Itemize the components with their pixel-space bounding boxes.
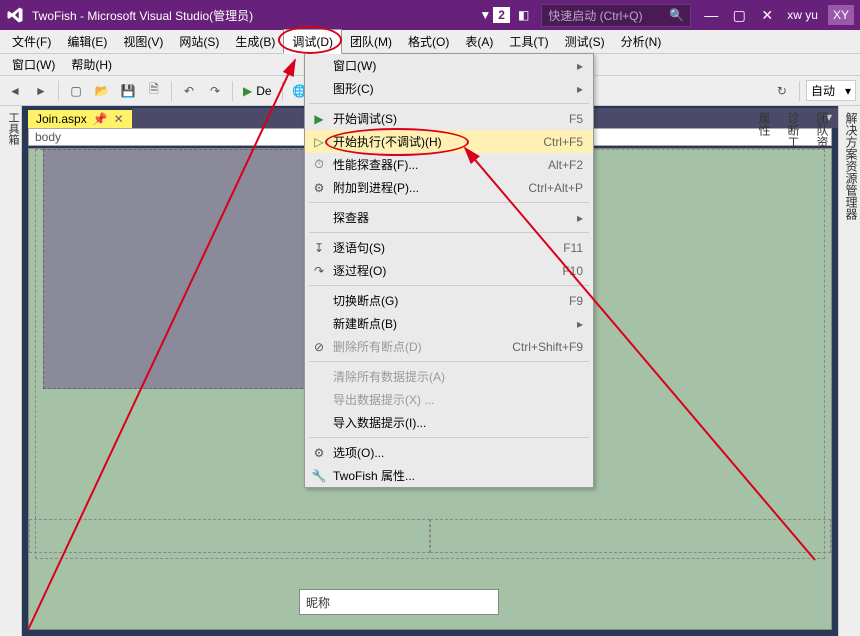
close-tab-icon[interactable]: ✕ xyxy=(114,112,124,126)
debug-menu-import-tips[interactable]: 导入数据提示(I)... xyxy=(305,411,593,434)
image-placeholder[interactable] xyxy=(43,149,323,389)
nickname-input[interactable]: 昵称 xyxy=(299,589,499,615)
debug-menu-props[interactable]: 🔧TwoFish 属性... xyxy=(305,464,593,487)
play-icon: ▶ xyxy=(311,112,327,126)
debug-menu-dropdown: 窗口(W)▸ 图形(C)▸ ▶开始调试(S)F5 ▷开始执行(不调试)(H)Ct… xyxy=(304,53,594,488)
menu-website[interactable]: 网站(S) xyxy=(171,30,227,53)
new-project-button[interactable]: ▢ xyxy=(65,80,87,102)
debug-menu-export-tips: 导出数据提示(X) ... xyxy=(305,388,593,411)
menu-team[interactable]: 团队(M) xyxy=(342,30,400,53)
menu-table[interactable]: 表(A) xyxy=(457,30,501,53)
save-all-button[interactable]: 🗎 xyxy=(143,80,165,102)
chevron-down-icon: ▾ xyxy=(845,84,851,98)
nav-fwd-button[interactable]: ► xyxy=(30,80,52,102)
menu-test[interactable]: 测试(S) xyxy=(557,30,613,53)
quick-launch-input[interactable]: 快速启动 (Ctrl+Q) 🔍 xyxy=(541,4,691,27)
menu-debug[interactable]: 调试(D) xyxy=(283,29,342,54)
menu-view[interactable]: 视图(V) xyxy=(115,30,171,53)
debug-menu-start-no-debug[interactable]: ▷开始执行(不调试)(H)Ctrl+F5 xyxy=(305,130,593,153)
minimize-button[interactable]: — xyxy=(697,7,725,23)
debug-menu-perf[interactable]: ⏱性能探查器(F)...Alt+F2 xyxy=(305,153,593,176)
gear-icon: ⚙ xyxy=(311,446,327,460)
document-tab[interactable]: Join.aspx 📌 ✕ xyxy=(28,110,132,128)
play-outline-icon: ▷ xyxy=(311,135,327,149)
open-button[interactable]: 📂 xyxy=(91,80,113,102)
play-icon: ▶ xyxy=(243,84,252,98)
menu-edit[interactable]: 编辑(E) xyxy=(59,30,115,53)
menu-analyze[interactable]: 分析(N) xyxy=(613,30,670,53)
window-title: TwoFish - Microsoft Visual Studio(管理员) xyxy=(32,7,479,24)
feedback-icon[interactable]: ◧ xyxy=(518,8,529,22)
close-button[interactable]: ✕ xyxy=(753,7,781,24)
debug-menu-toggle-bp[interactable]: 切换断点(G)F9 xyxy=(305,289,593,312)
flag-icon[interactable]: ▼ xyxy=(479,8,491,22)
attach-icon: ⚙ xyxy=(311,181,327,195)
redo-button[interactable]: ↷ xyxy=(204,80,226,102)
debug-menu-profiler[interactable]: 探查器▸ xyxy=(305,206,593,229)
delete-bp-icon: ⊘ xyxy=(311,340,327,354)
start-debug-toolbar[interactable]: ▶ De xyxy=(239,84,276,98)
pin-icon[interactable]: 📌 xyxy=(93,112,108,126)
refresh-icon[interactable]: ↻ xyxy=(771,80,793,102)
menu-build[interactable]: 生成(B) xyxy=(227,30,283,53)
breadcrumb[interactable]: body xyxy=(35,130,61,144)
user-name[interactable]: xw yu xyxy=(787,8,818,22)
debug-menu-options[interactable]: ⚙选项(O)... xyxy=(305,441,593,464)
debug-menu-clear-tips: 清除所有数据提示(A) xyxy=(305,365,593,388)
debug-menu-clear-bp: ⊘删除所有断点(D)Ctrl+Shift+F9 xyxy=(305,335,593,358)
debug-menu-window[interactable]: 窗口(W)▸ xyxy=(305,54,593,77)
undo-button[interactable]: ↶ xyxy=(178,80,200,102)
toolbox-panel-tab[interactable]: 工具箱 xyxy=(0,106,22,636)
search-icon: 🔍 xyxy=(669,8,684,22)
gauge-icon: ⏱ xyxy=(311,157,327,172)
notification-count[interactable]: 2 xyxy=(493,7,510,23)
maximize-button[interactable]: ▢ xyxy=(725,7,753,24)
debug-menu-step-over[interactable]: ↷逐过程(O)F10 xyxy=(305,259,593,282)
vs-logo-icon xyxy=(6,6,24,24)
debug-menu-new-bp[interactable]: 新建断点(B)▸ xyxy=(305,312,593,335)
user-avatar[interactable]: XY xyxy=(828,5,854,25)
debug-menu-attach[interactable]: ⚙附加到进程(P)...Ctrl+Alt+P xyxy=(305,176,593,199)
save-button[interactable]: 💾 xyxy=(117,80,139,102)
step-into-icon: ↧ xyxy=(311,241,327,255)
solution-explorer-tab[interactable]: 解决方案资源管理器 xyxy=(843,112,860,636)
wrench-icon: 🔧 xyxy=(311,469,327,483)
menu-window[interactable]: 窗口(W) xyxy=(4,54,63,75)
zoom-combo[interactable]: 自动 ▾ xyxy=(806,80,856,101)
menu-tools[interactable]: 工具(T) xyxy=(501,30,556,53)
debug-menu-graphics[interactable]: 图形(C)▸ xyxy=(305,77,593,100)
debug-menu-step-into[interactable]: ↧逐语句(S)F11 xyxy=(305,236,593,259)
phone-input[interactable]: 手机号 xyxy=(299,629,499,630)
menu-format[interactable]: 格式(O) xyxy=(400,30,457,53)
nav-back-button[interactable]: ◄ xyxy=(4,80,26,102)
debug-menu-start[interactable]: ▶开始调试(S)F5 xyxy=(305,107,593,130)
menu-help[interactable]: 帮助(H) xyxy=(63,54,120,75)
document-tab-title: Join.aspx xyxy=(36,112,87,126)
step-over-icon: ↷ xyxy=(311,264,327,278)
menu-file[interactable]: 文件(F) xyxy=(4,30,59,53)
